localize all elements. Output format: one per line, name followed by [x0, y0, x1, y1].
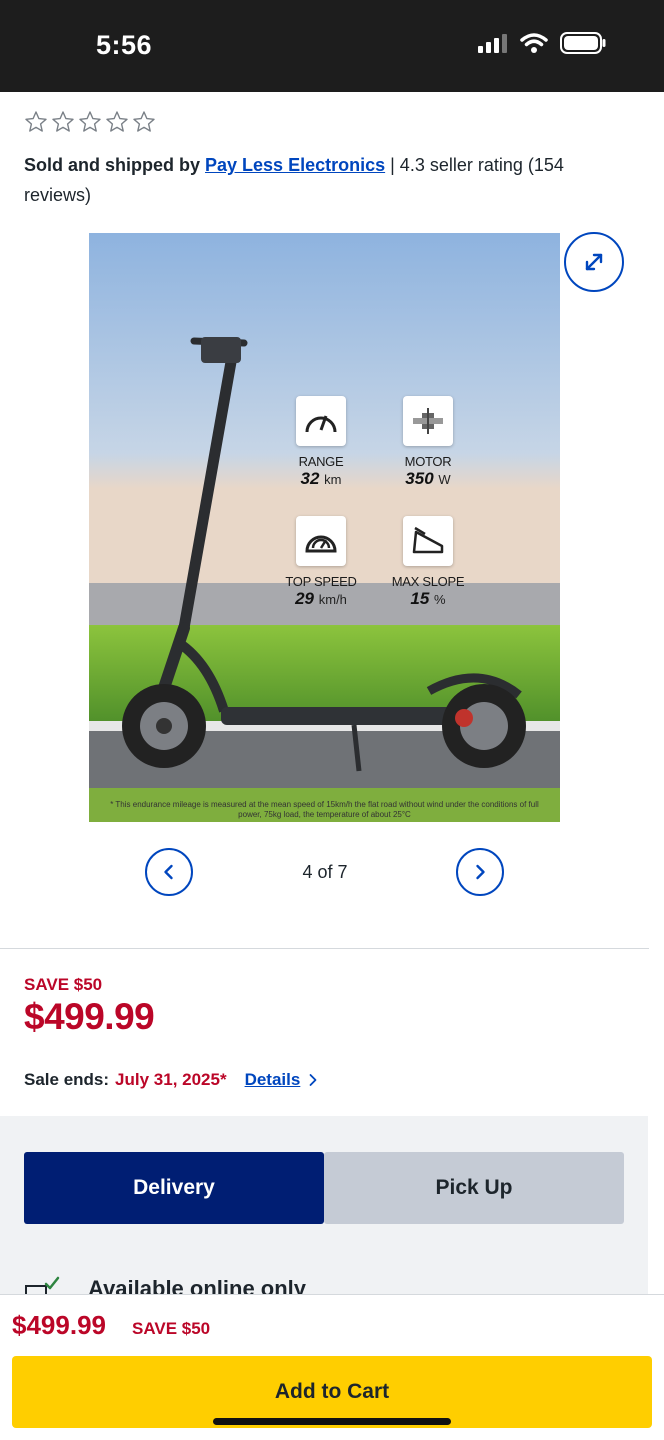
- image-disclaimer: * This endurance mileage is measured at …: [110, 800, 539, 819]
- spec-max-slope-unit: %: [434, 592, 446, 607]
- spec-max-slope-value: 15: [410, 589, 430, 608]
- star-empty-icon: [25, 111, 47, 132]
- spec-motor-unit: W: [438, 472, 451, 487]
- previous-image-button[interactable]: [145, 848, 193, 896]
- rating-stars[interactable]: [24, 110, 156, 134]
- home-indicator[interactable]: [213, 1418, 451, 1425]
- price: $499.99: [24, 996, 155, 1037]
- seller-link[interactable]: Pay Less Electronics: [205, 155, 385, 175]
- sale-ends-label: Sale ends:: [24, 1070, 110, 1089]
- slope-icon: [403, 516, 453, 566]
- speed-gauge-icon: [296, 516, 346, 566]
- image-counter: 4 of 7: [302, 862, 348, 882]
- details-link[interactable]: Details: [245, 1070, 301, 1090]
- section-divider: [0, 948, 649, 949]
- spec-range-unit: km: [324, 472, 342, 487]
- spec-range-value: 32: [300, 469, 320, 488]
- expand-icon: [585, 253, 603, 271]
- spec-top-speed-unit: km/h: [318, 592, 347, 607]
- battery-icon: [560, 32, 606, 54]
- spec-motor-value: 350: [405, 469, 434, 488]
- next-image-button[interactable]: [456, 848, 504, 896]
- status-time: 5:56: [96, 30, 153, 60]
- status-bar: 5:56: [0, 0, 664, 92]
- spec-max-slope-label: MAX SLOPE: [391, 574, 465, 589]
- spec-max-slope: MAX SLOPE 15 %: [373, 516, 483, 609]
- chevron-right-icon[interactable]: [306, 1073, 320, 1087]
- spec-range: RANGE 32 km: [266, 396, 376, 489]
- seller-info: Sold and shipped by Pay Less Electronics…: [24, 150, 624, 210]
- save-tag: SAVE $50: [24, 975, 103, 994]
- sale-ends-date: July 31, 2025*: [115, 1070, 227, 1089]
- star-empty-icon: [52, 111, 74, 132]
- spec-range-label: RANGE: [298, 454, 344, 469]
- chevron-left-icon: [164, 864, 173, 880]
- star-empty-icon: [133, 111, 155, 132]
- motor-icon: [403, 396, 453, 446]
- fulfillment-section: Delivery Pick Up Available online only: [0, 1116, 648, 1305]
- spec-motor: MOTOR 350 W: [373, 396, 483, 489]
- sale-ends: Sale ends: July 31, 2025* Details: [24, 1070, 320, 1090]
- expand-image-button[interactable]: [564, 232, 624, 292]
- wifi-icon: [520, 33, 548, 53]
- spec-top-speed-label: TOP SPEED: [285, 574, 357, 589]
- cellular-signal-icon: [478, 34, 507, 53]
- tab-pick-up[interactable]: Pick Up: [324, 1152, 624, 1224]
- spec-motor-label: MOTOR: [404, 454, 452, 469]
- spec-top-speed-value: 29: [295, 589, 314, 608]
- seller-lead: Sold and shipped by: [24, 155, 206, 175]
- sticky-price: $499.99: [12, 1310, 106, 1340]
- chevron-right-icon: [476, 864, 485, 880]
- speedometer-icon: [296, 396, 346, 446]
- sticky-save-tag: SAVE $50: [132, 1319, 211, 1338]
- status-icons: [478, 32, 606, 54]
- tab-delivery[interactable]: Delivery: [24, 1152, 324, 1224]
- star-empty-icon: [106, 111, 128, 132]
- spec-top-speed: TOP SPEED 29 km/h: [266, 516, 376, 609]
- star-empty-icon: [79, 111, 101, 132]
- product-image[interactable]: RANGE 32 km MOTOR 350 W TOP SPEED 29 km/…: [89, 233, 560, 822]
